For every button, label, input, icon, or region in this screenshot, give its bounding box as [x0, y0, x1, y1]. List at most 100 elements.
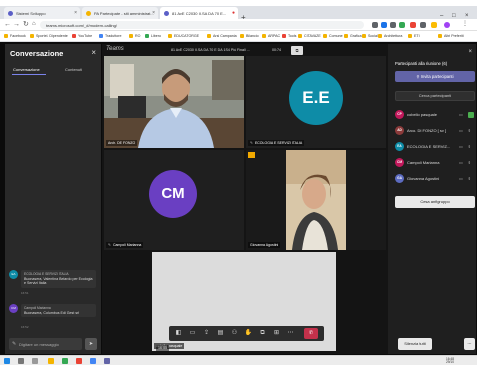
avatar: EA — [9, 270, 18, 279]
bookmark-item[interactable]: Social — [362, 34, 378, 38]
more-options-button[interactable]: ... — [464, 338, 475, 350]
message-bubble: Campoli Marianna Buonasera, Columbus Edi… — [21, 304, 96, 318]
video-icon: ▭ — [459, 144, 463, 149]
chat-panel: Conversazione × Conversazione Contenuti … — [5, 44, 101, 354]
bookmark-item[interactable]: ARPAC — [262, 34, 280, 38]
bookmark-icon — [240, 34, 244, 38]
bookmark-icon — [145, 34, 149, 38]
search-participants-input[interactable]: Cerca partecipanti — [395, 91, 475, 101]
participant-row[interactable]: CM Campoli Marianna ▭ ⌽ — [395, 158, 475, 170]
mic-off-icon: ⌽ — [468, 128, 471, 133]
avatar: CM — [149, 170, 197, 218]
bookmark-item[interactable]: Bilancio — [240, 34, 259, 38]
bookmark-item[interactable]: Grafica — [344, 34, 362, 38]
participant-row[interactable]: GA Giovanna Agostini ▭ ⌽ — [395, 174, 475, 186]
avatar-tile[interactable]: E.E ✎ ECOLOGIA E SERVIZI ITALIA — [246, 56, 386, 148]
browser-tab[interactable]: Sistemi Sviluppo × — [4, 7, 80, 19]
file-explorer-icon[interactable] — [48, 358, 54, 364]
url-input[interactable]: teams.microsoft.com/_#/modern-calling/ — [40, 21, 364, 29]
bookmark-icon — [99, 34, 103, 38]
close-icon[interactable]: × — [91, 48, 96, 57]
bookmark-item[interactable]: Architettura — [378, 34, 402, 38]
send-button[interactable]: ➤ — [85, 338, 97, 350]
bookmark-item[interactable]: RO — [129, 34, 140, 38]
bookmark-item[interactable]: YouTube — [72, 34, 92, 38]
tab-contents[interactable]: Contenuti — [65, 67, 82, 72]
teams-logo: Teams — [106, 46, 124, 52]
extension-icon[interactable] — [420, 22, 426, 28]
bookmark-item[interactable]: Sportel. Dipendente — [30, 34, 68, 38]
video-tile[interactable]: Arch. DE FONZO — [104, 56, 244, 148]
extension-icon[interactable] — [399, 22, 405, 28]
tile-name-label: ✎ ECOLOGIA E SERVIZI ITALIA — [248, 140, 305, 146]
people-icon[interactable]: ⚇ — [230, 329, 239, 338]
forward-icon[interactable]: → — [13, 21, 20, 28]
video-icon: ▭ — [459, 128, 463, 133]
bookmark-item[interactable]: Traduttore — [99, 34, 121, 38]
share-icon[interactable]: ⇪ — [202, 329, 211, 338]
clock-date: 29/10 — [446, 360, 454, 365]
participant-row[interactable]: EA ECOLOGIA E SERVIZ... ▭ ⌽ — [395, 142, 475, 154]
mic-on-icon — [468, 112, 474, 118]
video-icon[interactable]: ▭ — [188, 329, 197, 338]
extension-icon[interactable] — [431, 22, 437, 28]
video-icon: ▭ — [459, 112, 463, 117]
browser-tab-active[interactable]: 81 AvE C2030 II.SA DA 70 E... ● — [160, 7, 238, 19]
chat-icon[interactable]: ▤ — [216, 329, 225, 338]
share-meeting-button[interactable]: Cesa anfigruppo — [395, 196, 475, 208]
extension-icon[interactable] — [372, 22, 378, 28]
tab-conversation[interactable]: Conversazione — [13, 67, 40, 72]
bookmark-item[interactable]: Comune — [323, 34, 343, 38]
chat-compose-input[interactable]: Digitare un messaggio — [9, 338, 82, 350]
browser-tab[interactable]: PA Partecipate - siti amministrat... × — [82, 7, 158, 19]
avatar-tile[interactable]: CM ✎ Campoli Marianna — [104, 150, 244, 250]
app-icon[interactable] — [62, 358, 68, 364]
close-icon[interactable]: × — [152, 10, 155, 16]
bookmark-item[interactable]: Facebook — [4, 34, 26, 38]
message-bubble: ECOLOGIA E SERVIZI ITALIA Buonasera, Val… — [21, 270, 96, 288]
screen-share-icon[interactable]: ⧉ — [291, 46, 303, 55]
clock[interactable]: 16:48 29/10 — [446, 357, 454, 365]
hang-up-button[interactable]: ✆ — [304, 328, 318, 339]
start-icon[interactable] — [4, 358, 10, 364]
apps-icon[interactable]: ⊞ — [272, 329, 281, 338]
bookmark-item[interactable]: CITAVAZE — [298, 34, 321, 38]
participant-name: Arco. DI FONZO [ sv ] — [407, 128, 447, 133]
camera-icon[interactable]: ◧ — [174, 329, 183, 338]
bookmark-item[interactable]: Altri Preferiti — [438, 34, 464, 38]
invite-participants-button[interactable]: ⚲ Invita partecipanti — [395, 71, 475, 82]
extension-icon[interactable] — [390, 22, 396, 28]
search-icon[interactable] — [18, 358, 24, 364]
home-icon[interactable]: ⌂ — [32, 21, 36, 28]
ellipsis-icon[interactable]: ⋯ — [286, 329, 295, 338]
menu-kebab-icon[interactable]: ⋮ — [462, 21, 468, 28]
mute-all-button[interactable]: Silenzia tutti — [398, 338, 432, 350]
toolbar-time: 16:55 — [156, 345, 169, 351]
mic-off-icon: ⌽ — [468, 160, 471, 165]
task-view-icon[interactable] — [32, 358, 38, 364]
bookmark-item[interactable]: Tools — [282, 34, 296, 38]
close-icon[interactable]: × — [468, 49, 472, 55]
browser-tab-strip: Sistemi Sviluppo × PA Partecipate - siti… — [0, 6, 477, 22]
bookmark-item[interactable]: Arsi Campania — [207, 34, 237, 38]
extension-icon[interactable] — [410, 22, 416, 28]
more-icon[interactable]: ⧉ — [258, 329, 267, 338]
bookmark-item[interactable]: ETI — [408, 34, 420, 38]
extension-icon[interactable] — [381, 22, 387, 28]
browser-icon[interactable] — [76, 358, 82, 364]
back-icon[interactable]: ← — [4, 21, 11, 28]
bookmark-item[interactable]: Libero — [145, 34, 161, 38]
meeting-timer: 00:74 — [272, 48, 281, 52]
tile-name-label: Giovanna Agostini — [248, 242, 281, 248]
teams-icon[interactable] — [104, 358, 110, 364]
video-tile[interactable]: Giovanna Agostini — [246, 150, 386, 250]
hand-icon[interactable]: ✋ — [244, 329, 253, 338]
app-icon[interactable] — [90, 358, 96, 364]
participant-row[interactable]: CP cobello pasquale ▭ — [395, 110, 475, 122]
format-icon[interactable]: ✎ — [12, 341, 16, 347]
reload-icon[interactable]: ↻ — [23, 21, 29, 28]
profile-avatar-icon[interactable] — [444, 22, 450, 28]
participant-row[interactable]: AD Arco. DI FONZO [ sv ] ▭ ⌽ — [395, 126, 475, 138]
bookmark-item[interactable]: EDUCATORGE — [168, 34, 199, 38]
close-icon[interactable]: × — [74, 10, 77, 16]
